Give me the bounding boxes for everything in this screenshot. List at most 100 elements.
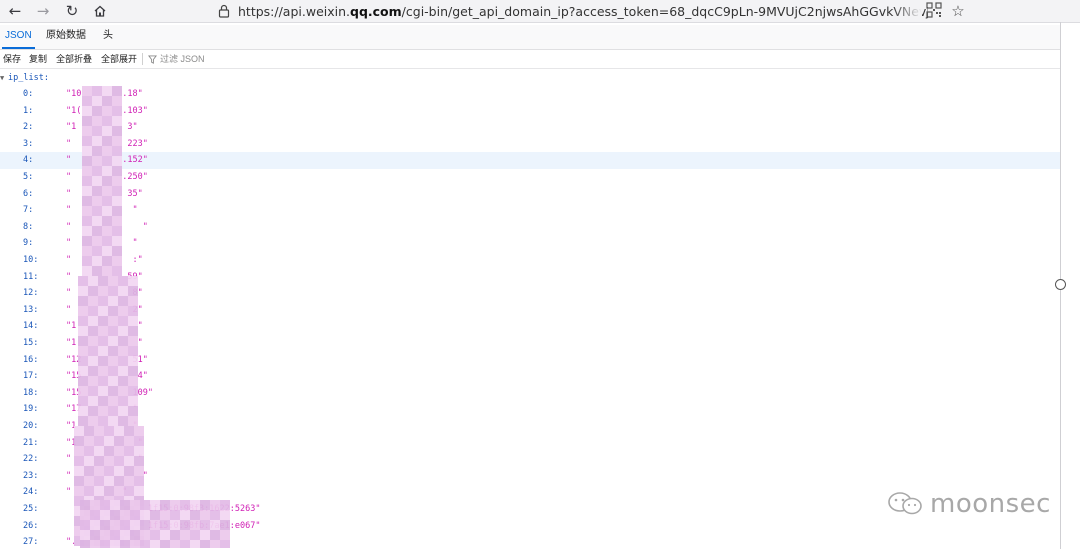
redaction-cell xyxy=(134,436,144,446)
redaction-cell xyxy=(112,226,122,236)
redaction-cell xyxy=(112,166,122,176)
expand-all-button[interactable]: 全部展开 xyxy=(101,52,137,66)
scroll-handle[interactable] xyxy=(1055,279,1066,290)
redaction-cell xyxy=(118,376,128,386)
json-row[interactable]: 21:"1 " xyxy=(0,435,1060,452)
json-row[interactable]: 16: "12 51" xyxy=(0,352,1060,369)
json-row[interactable]: 23: " " xyxy=(0,468,1060,485)
json-row[interactable]: 3: " 223" xyxy=(0,136,1060,153)
redaction-cell xyxy=(88,376,98,386)
copy-button[interactable]: 复制 xyxy=(29,52,47,66)
redaction-cell xyxy=(74,476,84,486)
redaction-cell xyxy=(118,416,128,426)
tree-root-key[interactable]: ▼ ip_list: xyxy=(0,71,49,85)
redaction-cell xyxy=(88,406,98,416)
json-row[interactable]: 1: "1( .103" xyxy=(0,103,1060,120)
expand-triangle-icon[interactable]: ▼ xyxy=(0,71,8,85)
watermark-text: moonsec xyxy=(930,489,1051,519)
json-row[interactable]: 18: "15 109" xyxy=(0,385,1060,402)
redaction-cell xyxy=(150,510,160,520)
url-fade xyxy=(892,2,922,20)
redaction-cell xyxy=(118,286,128,296)
redaction-cell xyxy=(94,456,104,466)
json-row[interactable]: 12:" 8" xyxy=(0,285,1060,302)
forward-arrow-icon[interactable]: → xyxy=(32,1,54,21)
save-button[interactable]: 保存 xyxy=(3,52,21,66)
json-row[interactable]: 14: "1 " xyxy=(0,318,1060,335)
back-arrow-icon[interactable]: ← xyxy=(4,1,26,21)
json-row[interactable]: 15: "1 " xyxy=(0,335,1060,352)
redaction-cell xyxy=(78,406,88,416)
redaction-cell xyxy=(78,396,88,406)
json-row[interactable]: 19:"17 " xyxy=(0,401,1060,418)
redaction-cell xyxy=(124,426,134,436)
json-row[interactable]: 6: " 35" xyxy=(0,186,1060,203)
redaction-cell xyxy=(82,256,92,266)
redaction-cell xyxy=(102,246,112,256)
redaction-cell xyxy=(90,540,100,548)
redaction-cell xyxy=(128,386,138,396)
redaction-cell xyxy=(108,296,118,306)
json-row[interactable]: 9: " " xyxy=(0,235,1060,252)
json-row[interactable]: 7: " " xyxy=(0,202,1060,219)
redaction-cell xyxy=(108,316,118,326)
redaction-cell xyxy=(98,356,108,366)
json-row[interactable]: 0: "10 .18" xyxy=(0,86,1060,103)
redaction-cell xyxy=(108,406,118,416)
redaction-cell xyxy=(102,266,112,276)
bookmark-star-icon[interactable]: ☆ xyxy=(948,1,968,21)
json-row-index: 26: xyxy=(23,520,39,531)
redaction-cell xyxy=(94,486,104,496)
json-row[interactable]: 13:" 2" xyxy=(0,302,1060,319)
filter-json-input[interactable]: 过滤 JSON xyxy=(148,52,205,66)
redaction-cell xyxy=(88,346,98,356)
redaction-cell xyxy=(104,486,114,496)
redaction-cell xyxy=(92,216,102,226)
redaction-cell xyxy=(92,126,102,136)
redaction-cell xyxy=(88,306,98,316)
redaction-cell xyxy=(98,376,108,386)
redaction-cell xyxy=(108,306,118,316)
qr-code-icon[interactable] xyxy=(926,2,942,18)
redaction-cell xyxy=(88,286,98,296)
redaction-cell xyxy=(104,476,114,486)
redaction-cell xyxy=(98,336,108,346)
tab-raw-data[interactable]: 原始数据 xyxy=(43,25,89,47)
redaction-cell xyxy=(84,456,94,466)
json-row[interactable]: 17: "15 4" xyxy=(0,368,1060,385)
redaction-cell xyxy=(120,540,130,548)
json-row[interactable]: 4: " .152" xyxy=(0,152,1060,169)
redaction-cell xyxy=(102,126,112,136)
redaction-cell xyxy=(78,286,88,296)
json-row[interactable]: 22:" " xyxy=(0,451,1060,468)
tab-json[interactable]: JSON xyxy=(2,25,35,49)
json-row[interactable]: 8: " " xyxy=(0,219,1060,236)
redaction-cell xyxy=(124,476,134,486)
json-row[interactable]: 20:"1 " xyxy=(0,418,1060,435)
json-row-index: 19: xyxy=(23,404,39,415)
redaction-cell xyxy=(82,176,92,186)
tab-headers[interactable]: 头 xyxy=(100,25,116,47)
viewer-tabs: JSON 原始数据 头 xyxy=(0,25,1060,50)
collapse-all-button[interactable]: 全部折叠 xyxy=(56,52,92,66)
json-row[interactable]: 2: "1 3" xyxy=(0,119,1060,136)
redaction-cell xyxy=(98,416,108,426)
redaction-cell xyxy=(120,510,130,520)
json-row-index: 24: xyxy=(23,487,39,498)
redaction-cell xyxy=(82,266,92,276)
json-row[interactable]: 5: " .250" xyxy=(0,169,1060,186)
redaction-cell xyxy=(160,510,170,520)
redaction-cell xyxy=(98,296,108,306)
redaction-cell xyxy=(118,366,128,376)
json-row[interactable]: 10: " :" xyxy=(0,252,1060,269)
json-row[interactable]: 11:" 59" xyxy=(0,269,1060,286)
redaction-cell xyxy=(80,500,90,510)
redaction-cell xyxy=(78,336,88,346)
redaction-cell xyxy=(220,510,230,520)
redaction-cell xyxy=(200,500,210,510)
home-icon[interactable] xyxy=(89,1,111,21)
redaction-cell xyxy=(170,540,180,548)
reload-icon[interactable]: ↻ xyxy=(61,1,83,21)
redaction-cell xyxy=(98,286,108,296)
address-bar[interactable]: https://api.weixin.qq.com/cgi-bin/get_ap… xyxy=(216,0,972,22)
